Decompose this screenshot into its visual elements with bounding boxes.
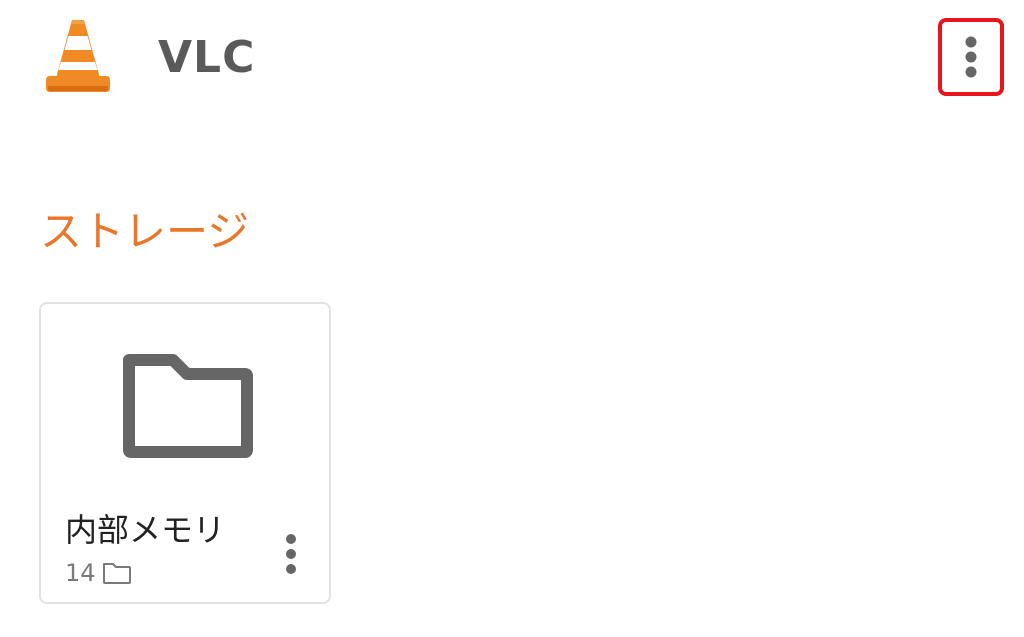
app-title: VLC: [158, 32, 256, 83]
more-vertical-icon: [965, 36, 977, 78]
overflow-menu-button[interactable]: [938, 18, 1004, 96]
storage-more-button[interactable]: [273, 526, 309, 582]
storage-meta: 14: [65, 558, 132, 588]
folder-icon: [123, 354, 253, 458]
vlc-cone-icon: [46, 20, 110, 92]
folder-count: 14: [65, 559, 96, 587]
top-app-bar: VLC: [0, 0, 1024, 120]
storage-title: 内部メモリ: [65, 511, 226, 549]
more-vertical-icon: [286, 534, 296, 574]
storage-card-internal-memory[interactable]: 内部メモリ 14: [39, 302, 331, 604]
vlc-app: VLC ストレージ 内部メモリ 14: [0, 0, 1024, 637]
storage-section-title: ストレージ: [40, 207, 250, 256]
folder-outline-icon: [102, 563, 131, 584]
